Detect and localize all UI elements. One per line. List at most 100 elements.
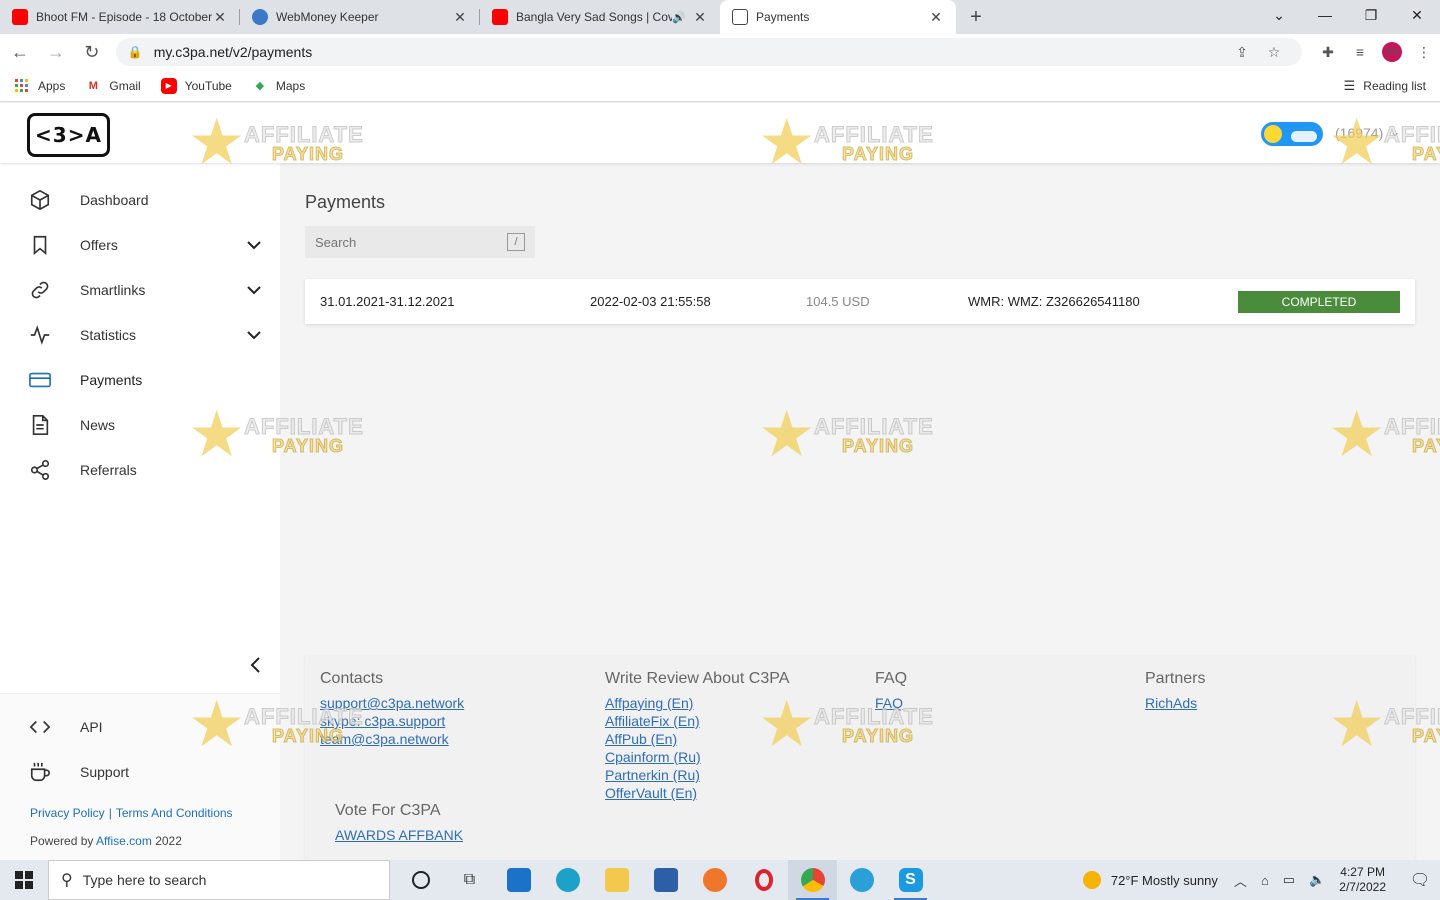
vote-link[interactable]: AWARDS AFFBANK [335, 826, 463, 844]
close-tab-icon[interactable]: ✕ [212, 9, 228, 26]
review-link[interactable]: OfferVault (En) [605, 784, 789, 802]
watermark-text: PAYING [1411, 436, 1440, 457]
tab-search-icon[interactable]: ⌄ [1256, 0, 1302, 30]
contact-email-link[interactable]: support@c3pa.network [320, 694, 464, 712]
sidebar-item-dashboard[interactable]: Dashboard [0, 177, 280, 222]
bookmark-maps[interactable]: ◆ Maps [252, 78, 306, 94]
lock-icon[interactable]: 🔒 [128, 45, 144, 59]
chrome-icon[interactable] [788, 860, 837, 900]
collapse-sidebar-icon[interactable] [244, 653, 268, 677]
sidebar-item-statistics[interactable]: Statistics [0, 312, 280, 357]
review-link[interactable]: AffiliateFix (En) [605, 712, 789, 730]
balance-display[interactable]: (16974) [1335, 125, 1383, 141]
sidebar-item-payments[interactable]: Payments [0, 357, 280, 402]
review-link[interactable]: Partnerkin (Ru) [605, 766, 789, 784]
tab-title: Bhoot FM - Episode - 18 October [36, 10, 212, 24]
review-link[interactable]: AffPub (En) [605, 730, 789, 748]
close-tab-icon[interactable]: ✕ [928, 9, 944, 26]
contact-team-link[interactable]: team@c3pa.network [320, 730, 464, 748]
sidebar-item-smartlinks[interactable]: Smartlinks [0, 267, 280, 312]
file-explorer-icon[interactable] [592, 860, 641, 900]
sidebar-item-api[interactable]: API [0, 704, 280, 749]
taskbar-search[interactable]: ⚲ Type here to search [48, 860, 390, 900]
star-icon: ★ [758, 398, 816, 470]
edge-icon[interactable] [543, 860, 592, 900]
contact-skype-link[interactable]: skype: c3pa.support [320, 712, 464, 730]
theme-toggle[interactable] [1261, 122, 1323, 146]
media-control-icon[interactable]: ≡ [1344, 44, 1376, 60]
browser-tab-1[interactable]: Bhoot FM - Episode - 18 October ✕ [0, 0, 240, 34]
task-view-icon[interactable]: ⧉ [445, 860, 494, 900]
extensions-icon[interactable]: ✚ [1312, 44, 1344, 61]
menu-dots-icon[interactable]: ⋮ [1408, 44, 1440, 61]
maximize-button[interactable]: ❐ [1348, 0, 1394, 30]
close-tab-icon[interactable]: ✕ [452, 9, 468, 26]
bookmark-apps[interactable]: Apps [14, 78, 65, 94]
chevron-down-icon[interactable] [244, 235, 264, 255]
c3pa-logo[interactable]: <3>A [27, 113, 110, 157]
powered-by-label: Powered by [30, 834, 94, 848]
share-icon[interactable]: ⇪ [1226, 44, 1258, 61]
reading-list-button[interactable]: ☰ Reading list [1344, 78, 1426, 94]
affise-link[interactable]: Affise.com [96, 834, 152, 848]
watermark: ★AFFILIATEPAYING [1328, 402, 1440, 472]
chevron-down-icon[interactable]: ⌄ [1390, 125, 1400, 139]
reload-button[interactable]: ↻ [76, 36, 108, 68]
watermark: ★AFFILIATEPAYING [758, 402, 958, 472]
search-box[interactable]: / [305, 226, 535, 258]
sidebar-item-offers[interactable]: Offers [0, 222, 280, 267]
bookmark-star-icon[interactable]: ☆ [1258, 44, 1290, 61]
network-icon[interactable]: ▭ [1283, 872, 1295, 888]
weather-sun-icon [1082, 871, 1101, 889]
sidebar-bottom: API Support Privacy Policy | Terms And Con… [0, 693, 280, 860]
terms-link[interactable]: Terms And Conditions [116, 806, 233, 820]
minimize-button[interactable]: — [1302, 0, 1348, 30]
notification-icon[interactable]: 🗨 [1400, 860, 1440, 900]
close-tab-icon[interactable]: ✕ [692, 9, 708, 26]
table-row[interactable]: 31.01.2021-31.12.2021 2022-02-03 21:55:5… [305, 279, 1415, 324]
footer-heading: Contacts [320, 670, 384, 687]
start-button[interactable] [0, 860, 48, 900]
faq-link[interactable]: FAQ [875, 694, 907, 712]
partner-link[interactable]: RichAds [1145, 694, 1205, 712]
tray-chevron-icon[interactable]: ︿ [1234, 871, 1247, 890]
chevron-down-icon[interactable] [244, 280, 264, 300]
app-header: <3>A (16974) ⌄ [0, 103, 1440, 163]
store-icon[interactable] [641, 860, 690, 900]
sidebar-item-referrals[interactable]: Referrals [0, 447, 280, 492]
sidebar-item-support[interactable]: Support [0, 749, 280, 794]
back-button[interactable]: ← [4, 36, 36, 68]
powered-year: 2022 [155, 834, 182, 848]
audio-playing-icon[interactable]: 🔊 [672, 11, 686, 24]
weather-widget[interactable]: 72°F Mostly sunny [1082, 871, 1218, 889]
skype-icon[interactable]: S [886, 860, 935, 900]
browser-tab-active[interactable]: Payments ✕ [720, 0, 956, 34]
close-window-button[interactable]: ✕ [1394, 0, 1440, 30]
profile-avatar[interactable]: sm [1382, 42, 1403, 62]
firefox-icon[interactable] [690, 860, 739, 900]
telegram-icon[interactable] [837, 860, 886, 900]
bookmark-youtube[interactable]: ▶ YouTube [160, 77, 232, 94]
review-link[interactable]: Affpaying (En) [605, 694, 789, 712]
meet-icon[interactable]: ⌂ [1261, 873, 1269, 888]
volume-icon[interactable]: 🔈 [1309, 872, 1325, 888]
forward-button[interactable]: → [40, 36, 72, 68]
privacy-policy-link[interactable]: Privacy Policy [30, 806, 105, 820]
sidebar-item-news[interactable]: News [0, 402, 280, 447]
new-tab-button[interactable]: + [956, 0, 996, 34]
browser-tab-2[interactable]: WebMoney Keeper ✕ [240, 0, 480, 34]
cube-icon [28, 188, 52, 212]
review-link[interactable]: Cpainform (Ru) [605, 748, 789, 766]
cortana-icon[interactable] [396, 860, 445, 900]
opera-icon[interactable] [739, 860, 788, 900]
search-input[interactable] [315, 234, 507, 250]
mail-icon[interactable] [494, 860, 543, 900]
sidebar-item-label: Referrals [80, 461, 137, 478]
browser-tab-3[interactable]: Bangla Very Sad Songs | Cov 🔊 ✕ [480, 0, 720, 34]
sidebar-item-label: Smartlinks [80, 281, 146, 298]
address-bar[interactable]: 🔒 my.c3pa.net/v2/payments ⇪ ☆ [115, 38, 1303, 66]
system-clock[interactable]: 4:27 PM 2/7/2022 [1339, 865, 1386, 895]
bookmark-gmail[interactable]: M Gmail [85, 78, 141, 94]
footer-heading: Vote For C3PA [335, 802, 441, 819]
chevron-down-icon[interactable] [244, 325, 264, 345]
